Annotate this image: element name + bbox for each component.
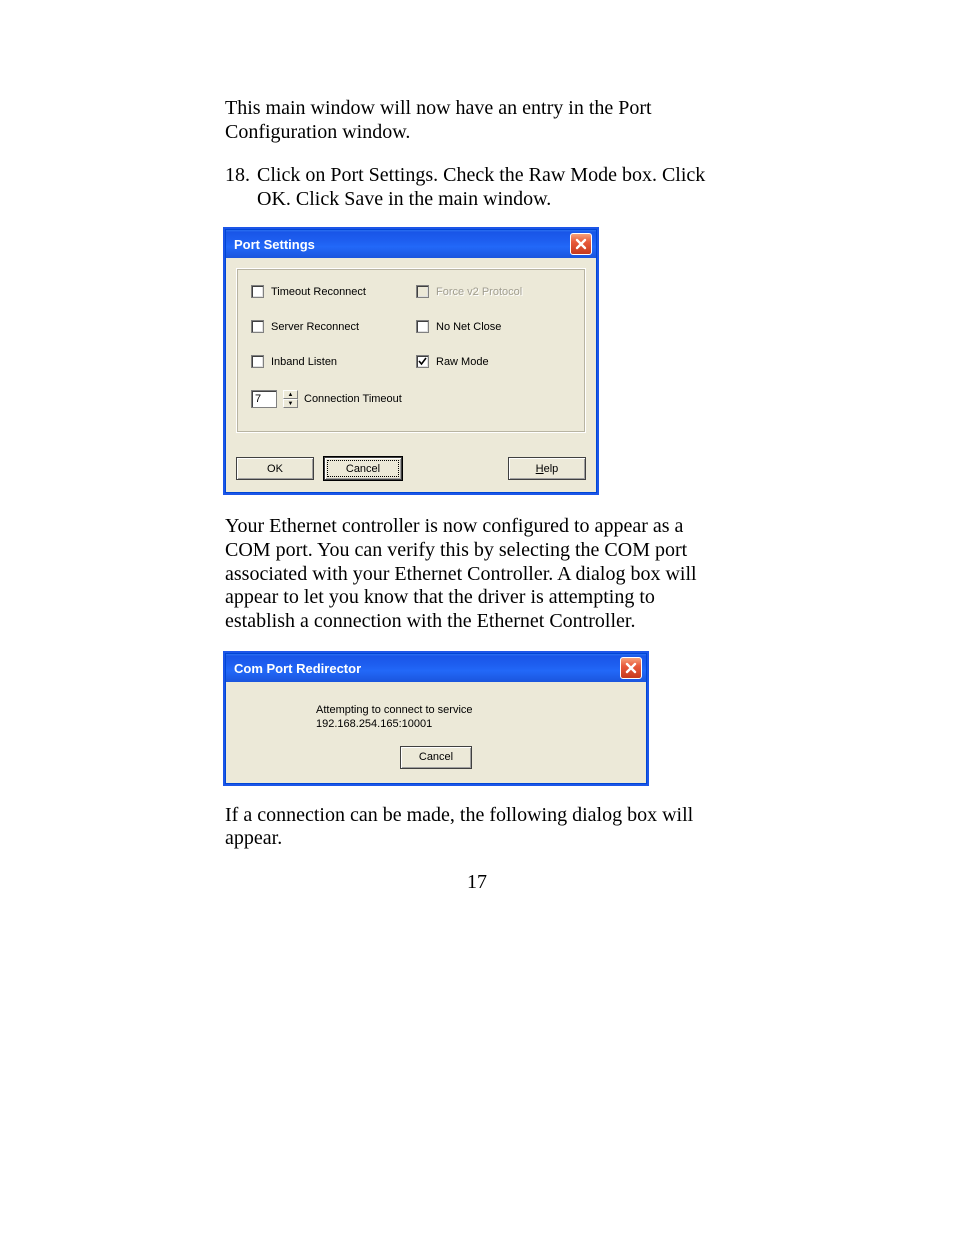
close-icon[interactable] [620,657,642,679]
checkbox-label: Raw Mode [436,356,489,368]
checkbox-raw-mode[interactable]: Raw Mode [416,355,571,368]
redirector-message: Attempting to connect to service 192.168… [316,704,556,732]
cancel-button[interactable]: Cancel [324,457,402,480]
com-port-redirector-dialog: Com Port Redirector Attempting to connec… [225,653,647,784]
checkbox-force-v2-protocol: Force v2 Protocol [416,285,571,298]
port-settings-title: Port Settings [234,237,315,252]
settings-group: Timeout Reconnect Force v2 Protocol Serv… [236,268,586,433]
checkbox-label: Server Reconnect [271,321,359,333]
cancel-button[interactable]: Cancel [400,746,472,769]
checkbox-no-net-close[interactable]: No Net Close [416,320,571,333]
checkbox-label: Force v2 Protocol [436,286,522,298]
checkbox-label: Inband Listen [271,356,337,368]
redirector-titlebar[interactable]: Com Port Redirector [226,654,646,682]
paragraph-after-dialog1: Your Ethernet controller is now configur… [225,515,729,633]
checkbox-server-reconnect[interactable]: Server Reconnect [251,320,406,333]
redirector-message-line2: 192.168.254.165:10001 [316,718,556,732]
step-text: Click on Port Settings. Check the Raw Mo… [257,164,729,211]
close-icon[interactable] [570,233,592,255]
checkbox-icon [251,320,264,333]
connection-timeout-input[interactable]: 7 [251,390,277,408]
checkbox-timeout-reconnect[interactable]: Timeout Reconnect [251,285,406,298]
spinner-up-icon[interactable]: ▲ [283,390,298,399]
redirector-title: Com Port Redirector [234,661,361,676]
spinner-down-icon[interactable]: ▼ [283,399,298,408]
step-18: 18. Click on Port Settings. Check the Ra… [225,164,729,211]
redirector-message-line1: Attempting to connect to service [316,704,556,718]
help-button[interactable]: Help [508,457,586,480]
checkbox-icon [416,320,429,333]
ok-button[interactable]: OK [236,457,314,480]
port-settings-titlebar[interactable]: Port Settings [226,230,596,258]
checkbox-label: Timeout Reconnect [271,286,366,298]
checkbox-icon [416,355,429,368]
connection-timeout-label: Connection Timeout [304,393,402,405]
page-number: 17 [225,871,729,894]
paragraph-after-dialog2: If a connection can be made, the followi… [225,804,729,851]
checkbox-icon [416,285,429,298]
checkbox-icon [251,355,264,368]
intro-paragraph: This main window will now have an entry … [225,97,729,144]
checkbox-label: No Net Close [436,321,501,333]
connection-timeout-spinner[interactable]: ▲ ▼ [283,390,298,408]
port-settings-dialog: Port Settings Timeout Reconnect Force v2 [225,229,597,493]
step-number: 18. [225,164,257,211]
checkbox-icon [251,285,264,298]
checkbox-inband-listen[interactable]: Inband Listen [251,355,406,368]
